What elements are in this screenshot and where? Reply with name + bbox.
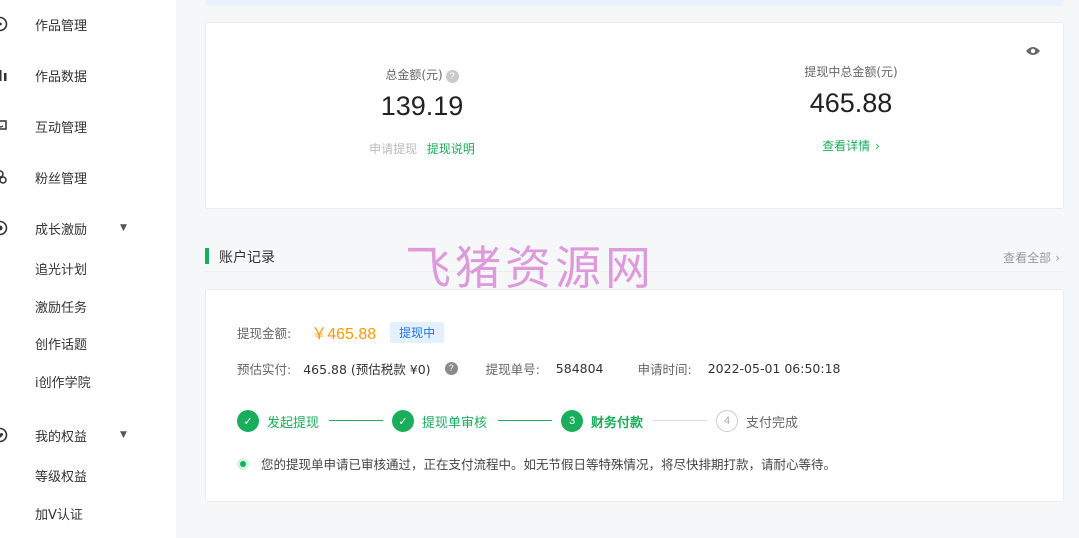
step-review: ✓ 提现单审核 <box>392 410 487 432</box>
top-banner-strip <box>205 0 1064 6</box>
sidebar-subitem-level-rights[interactable]: 等级权益 <box>35 468 87 488</box>
total-amount-label: 总金额(元)? <box>322 66 522 83</box>
withdraw-progress-steps: ✓ 发起提现 ✓ 提现单审核 3 财务付款 4 支付完成 <box>237 410 1037 432</box>
pending-amount-value: 465.88 <box>809 88 893 118</box>
chevron-down-icon[interactable]: ▼ <box>120 223 127 233</box>
sidebar-item-label: 作品管理 <box>35 18 88 34</box>
sidebar-subitem-tasks[interactable]: 激励任务 <box>35 299 87 319</box>
check-icon: ✓ <box>237 410 259 432</box>
status-dot-icon <box>237 457 249 470</box>
withdraw-meta-row: 预估实付: 465.88 (预估税款 ¥0) ? 提现单号: 584804 申请… <box>237 359 841 378</box>
chevron-down-icon[interactable]: ▼ <box>120 430 127 440</box>
growth-icon <box>0 220 8 236</box>
sidebar-subitem-v-verify[interactable]: 加V认证 <box>35 506 83 526</box>
step-payment-complete: 4 支付完成 <box>716 410 798 432</box>
withdraw-explain-link[interactable]: 提现说明 <box>427 142 475 156</box>
sidebar-item-label: 互动管理 <box>35 120 88 136</box>
help-icon[interactable]: ? <box>444 362 458 375</box>
sidebar-subitem-zhuiguang[interactable]: 追光计划 <box>35 261 87 281</box>
play-icon <box>0 16 8 32</box>
balance-summary-card: 总金额(元)? 139.19 申请提现 提现说明 提现中总金额(元) 465.8… <box>205 22 1064 209</box>
step-finance-payment: 3 财务付款 <box>561 410 643 432</box>
apply-withdraw-button[interactable]: 申请提现 <box>369 142 417 156</box>
total-amount-value: 139.19 <box>380 91 464 121</box>
step-number-3: 3 <box>561 410 583 432</box>
check-icon: ✓ <box>392 410 414 432</box>
section-title: 账户记录 <box>219 250 275 266</box>
bar-chart-icon <box>0 70 7 81</box>
step-connector <box>498 420 552 421</box>
step-initiate: ✓ 发起提现 <box>237 410 319 432</box>
eye-icon[interactable] <box>1025 45 1041 57</box>
sidebar-subitem-academy[interactable]: i创作学院 <box>35 374 91 394</box>
view-all-link[interactable]: 查看全部 › <box>1003 249 1060 266</box>
sidebar-item-label: 成长激励 <box>35 222 88 238</box>
step-number-4: 4 <box>716 410 738 432</box>
sidebar-item-label: 粉丝管理 <box>35 171 88 187</box>
step-connector <box>329 420 383 421</box>
withdraw-amount-label: 提现金额: <box>237 325 292 341</box>
pending-balance-column: 提现中总金额(元) 465.88 查看详情 › <box>751 63 951 154</box>
help-icon[interactable]: ? <box>445 70 459 83</box>
status-badge: 提现中 <box>390 321 445 343</box>
chat-icon <box>0 120 7 130</box>
withdraw-amount-value: ￥465.88 <box>311 326 377 343</box>
withdraw-amount-row: 提现金额: ￥465.88 提现中 <box>237 320 445 344</box>
actual-pay-label: 预估实付: <box>237 362 292 377</box>
view-details-link[interactable]: 查看详情 › <box>751 137 951 154</box>
order-number-label: 提现单号: <box>485 362 540 377</box>
section-accent-bar <box>205 248 209 264</box>
chevron-right-icon: › <box>1055 251 1060 265</box>
actual-pay-value: 465.88 (预估税款 ¥0) <box>303 362 431 377</box>
pending-amount-label: 提现中总金额(元) <box>804 65 898 79</box>
total-balance-column: 总金额(元)? 139.19 申请提现 提现说明 <box>322 66 522 157</box>
status-notice-text: 您的提现单申请已审核通过，正在支付流程中。如无节假日等特殊情况，将尽快排期打款，… <box>261 457 837 472</box>
sidebar-item-label: 作品数据 <box>35 69 88 85</box>
sidebar: 作品管理 作品数据 互动管理 粉丝管理 成长激励 ▼ 追光计划 激励任务 创作话… <box>0 0 176 538</box>
apply-time-value: 2022-05-01 06:50:18 <box>707 361 841 376</box>
chevron-right-icon: › <box>875 139 880 153</box>
heart-shield-icon <box>0 427 8 443</box>
withdraw-record-card: 提现金额: ￥465.88 提现中 预估实付: 465.88 (预估税款 ¥0)… <box>205 289 1064 502</box>
sidebar-item-label: 我的权益 <box>35 429 88 445</box>
sidebar-subitem-topics[interactable]: 创作话题 <box>35 336 87 356</box>
apply-time-label: 申请时间: <box>637 362 692 377</box>
step-connector <box>653 420 707 421</box>
withdraw-links: 申请提现 提现说明 <box>322 140 522 157</box>
fans-icon <box>0 170 7 184</box>
status-notice: 您的提现单申请已审核通过，正在支付流程中。如无节假日等特殊情况，将尽快排期打款，… <box>237 454 836 473</box>
order-number-value: 584804 <box>555 361 604 376</box>
